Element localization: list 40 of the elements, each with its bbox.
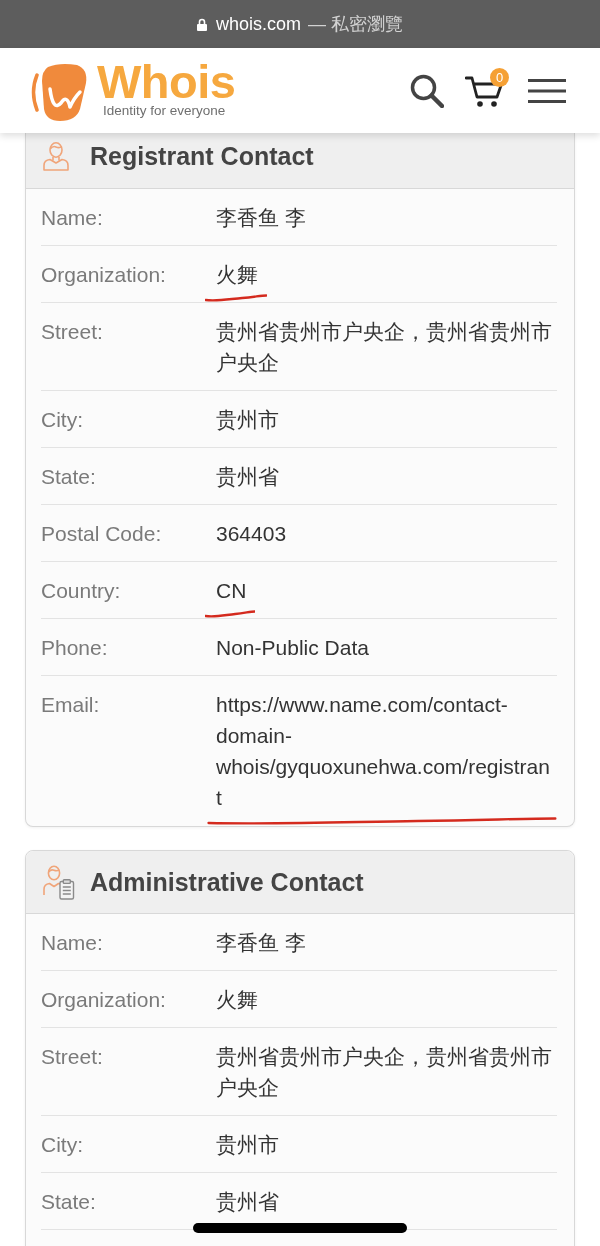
section-title: Administrative Contact xyxy=(90,867,364,897)
field-label: Country: xyxy=(41,578,122,604)
field-label: Email: xyxy=(41,692,101,718)
field-label: Postal Code: xyxy=(41,521,163,547)
url-text: whois.com xyxy=(215,13,301,35)
browsing-mode-label: — 私密瀏覽 xyxy=(308,13,403,36)
field-label: State: xyxy=(41,1189,97,1215)
field-label: Organization: xyxy=(41,262,167,288)
person-clipboard-icon xyxy=(43,864,75,900)
field-label: Organization: xyxy=(41,987,167,1013)
cart-count-badge: 0 xyxy=(490,67,509,87)
section-title: Registrant Contact xyxy=(90,141,314,171)
person-icon xyxy=(43,141,69,171)
logo-wordmark[interactable]: Whois xyxy=(97,62,236,102)
lock-icon xyxy=(196,17,207,31)
field-value: https://www.name.com/contact- domain- whois/gyquoxunehwa.com/registran t xyxy=(216,692,550,811)
field-value: 364403 xyxy=(216,521,287,547)
field-label: City: xyxy=(41,407,84,433)
field-label: Name: xyxy=(41,205,104,231)
field-label: Phone: xyxy=(41,635,109,661)
menu-icon[interactable] xyxy=(528,78,566,103)
field-value: 李香鱼 李 xyxy=(216,205,306,231)
field-value: Non-Public Data xyxy=(216,635,369,661)
field-value: 贵州省贵州市户央企，贵州省贵州市 户央企 xyxy=(216,319,552,376)
field-label: State: xyxy=(41,464,97,490)
field-label: Name: xyxy=(41,930,104,956)
logo-tagline: Identity for everyone xyxy=(103,103,227,119)
field-label: Street: xyxy=(41,1044,104,1070)
field-value: 贵州省 xyxy=(216,464,279,490)
field-value: 火舞 xyxy=(216,262,258,288)
field-label: Street: xyxy=(41,319,104,345)
field-label: City: xyxy=(41,1132,84,1158)
field-value: 贵州市 xyxy=(216,1132,279,1158)
field-value: 李香鱼 李 xyxy=(216,930,306,956)
field-value: CN xyxy=(216,578,247,604)
field-value: 贵州省贵州市户央企，贵州省贵州市 户央企 xyxy=(216,1044,552,1101)
field-value: 火舞 xyxy=(216,987,258,1013)
field-value: 贵州市 xyxy=(216,407,279,433)
field-value: 贵州省 xyxy=(216,1189,279,1215)
search-icon[interactable] xyxy=(410,73,444,108)
